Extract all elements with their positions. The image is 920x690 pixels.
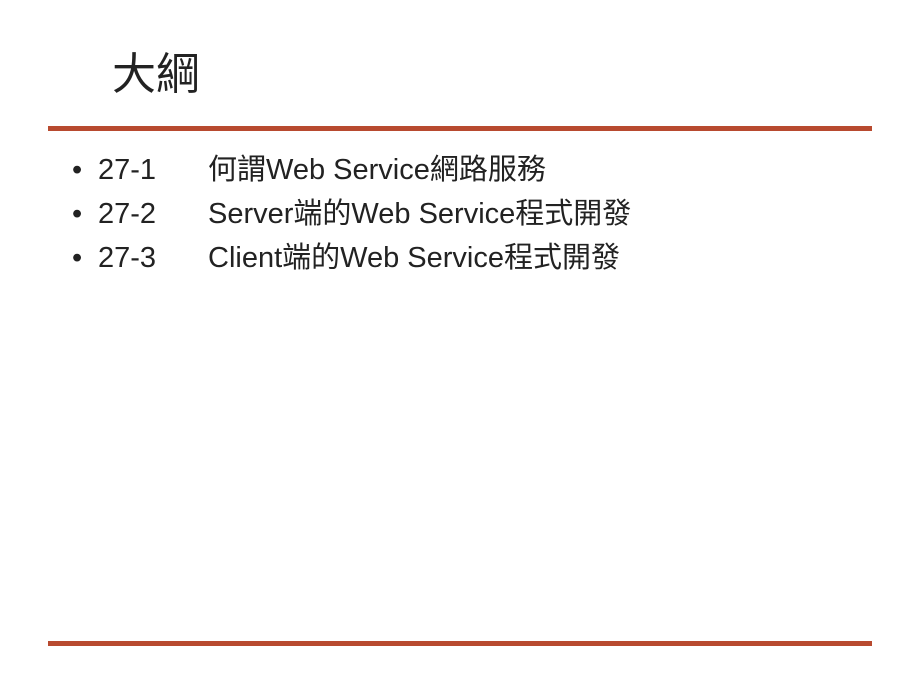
item-text: Client端的Web Service程式開發 [208, 237, 872, 279]
list-item: • 27-1 何謂Web Service網路服務 [72, 149, 872, 191]
bullet-icon: • [72, 149, 98, 191]
slide-container: 大綱 • 27-1 何謂Web Service網路服務 • 27-2 Serve… [0, 0, 920, 690]
item-number: 27-2 [98, 193, 208, 235]
item-number: 27-3 [98, 237, 208, 279]
divider-bottom [48, 641, 872, 646]
divider-top [48, 126, 872, 131]
item-text: Server端的Web Service程式開發 [208, 193, 872, 235]
outline-list: • 27-1 何謂Web Service網路服務 • 27-2 Server端的… [48, 149, 872, 279]
item-text: 何謂Web Service網路服務 [208, 149, 872, 191]
bullet-icon: • [72, 237, 98, 279]
list-item: • 27-2 Server端的Web Service程式開發 [72, 193, 872, 235]
bullet-icon: • [72, 193, 98, 235]
slide-title: 大綱 [112, 38, 872, 102]
list-item: • 27-3 Client端的Web Service程式開發 [72, 237, 872, 279]
item-number: 27-1 [98, 149, 208, 191]
